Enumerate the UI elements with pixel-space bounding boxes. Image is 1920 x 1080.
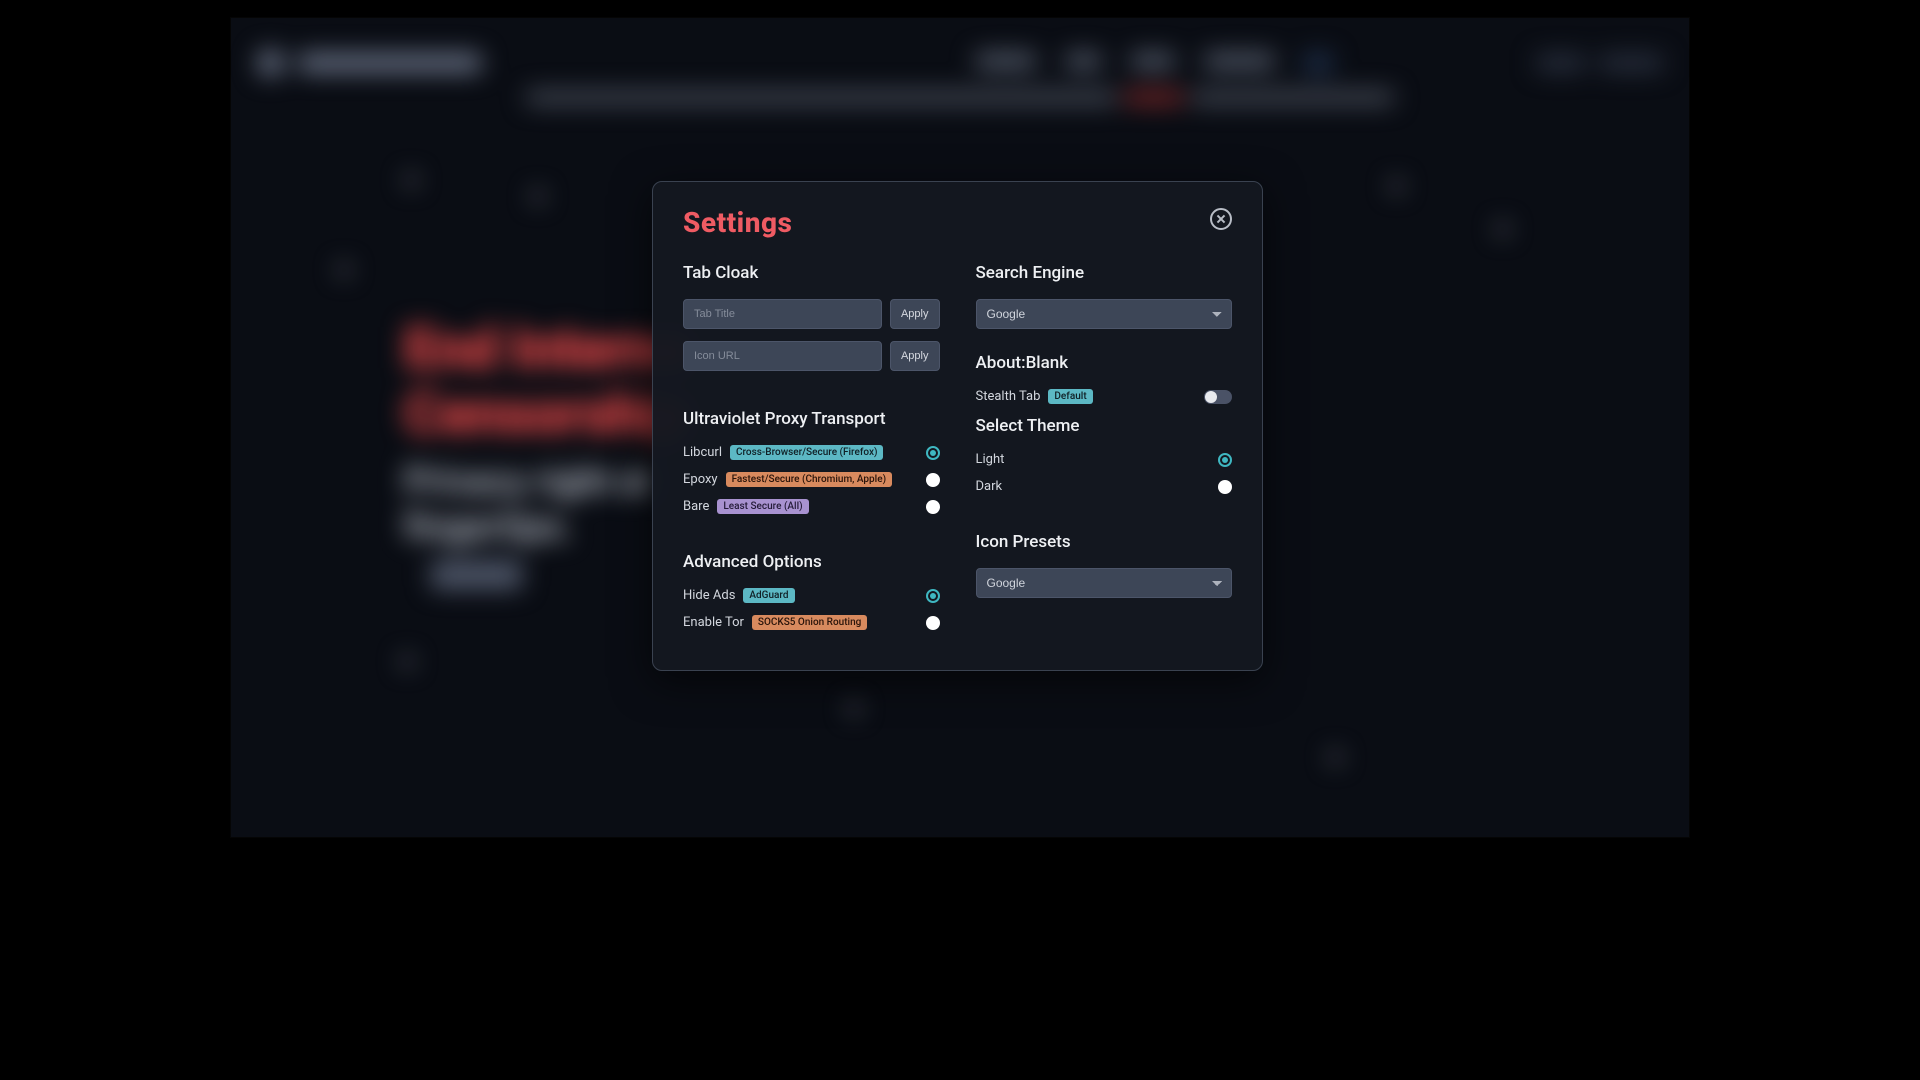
option-label: Enable Tor (683, 615, 744, 630)
settings-left-column: Tab Cloak Apply Apply Ultraviolet Proxy … (683, 263, 940, 642)
option-label: Light (976, 452, 1005, 467)
icon-presets-select[interactable]: Google (976, 568, 1233, 598)
radio-icon[interactable] (1218, 480, 1232, 494)
option-badge: Default (1048, 389, 1092, 404)
settings-right-column: Search Engine Google About:Blank Stealth… (976, 263, 1233, 642)
proxy-option-epoxy[interactable]: Epoxy Fastest/Secure (Chromium, Apple) (683, 472, 940, 487)
modal-title: Settings (683, 206, 792, 239)
section-tab-cloak: Tab Cloak (683, 263, 940, 283)
section-proxy-transport: Ultraviolet Proxy Transport (683, 409, 940, 429)
option-badge: Fastest/Secure (Chromium, Apple) (726, 472, 893, 487)
settings-modal: Settings Tab Cloak Apply Apply Ultraviol… (652, 181, 1263, 671)
stealth-tab-toggle[interactable] (1204, 390, 1232, 404)
icon-url-apply-button[interactable]: Apply (890, 341, 940, 371)
radio-icon[interactable] (926, 500, 940, 514)
stealth-tab-row: Stealth Tab Default (976, 389, 1233, 404)
option-label: Epoxy (683, 472, 718, 487)
proxy-option-bare[interactable]: Bare Least Secure (All) (683, 499, 940, 514)
option-label: Hide Ads (683, 588, 735, 603)
theme-option-dark[interactable]: Dark (976, 479, 1233, 494)
section-about-blank: About:Blank (976, 353, 1233, 373)
radio-icon[interactable] (926, 446, 940, 460)
tab-title-input[interactable] (683, 299, 882, 329)
advanced-option-enable-tor[interactable]: Enable Tor SOCKS5 Onion Routing (683, 615, 940, 630)
section-select-theme: Select Theme (976, 416, 1233, 436)
option-label: Dark (976, 479, 1003, 494)
icon-url-input[interactable] (683, 341, 882, 371)
section-search-engine: Search Engine (976, 263, 1233, 283)
radio-icon[interactable] (926, 473, 940, 487)
option-badge: AdGuard (743, 588, 794, 603)
section-icon-presets: Icon Presets (976, 532, 1233, 552)
radio-icon[interactable] (926, 589, 940, 603)
search-engine-select[interactable]: Google (976, 299, 1233, 329)
option-label: Libcurl (683, 445, 722, 460)
option-badge: Least Secure (All) (717, 499, 808, 514)
proxy-option-libcurl[interactable]: Libcurl Cross-Browser/Secure (Firefox) (683, 445, 940, 460)
option-badge: SOCKS5 Onion Routing (752, 615, 867, 630)
option-label: Bare (683, 499, 709, 514)
advanced-option-hide-ads[interactable]: Hide Ads AdGuard (683, 588, 940, 603)
option-label: Stealth Tab (976, 389, 1041, 404)
option-badge: Cross-Browser/Secure (Firefox) (730, 445, 883, 460)
theme-option-light[interactable]: Light (976, 452, 1233, 467)
tab-title-apply-button[interactable]: Apply (890, 299, 940, 329)
radio-icon[interactable] (1218, 453, 1232, 467)
section-advanced-options: Advanced Options (683, 552, 940, 572)
radio-icon[interactable] (926, 616, 940, 630)
close-icon[interactable] (1210, 208, 1232, 230)
